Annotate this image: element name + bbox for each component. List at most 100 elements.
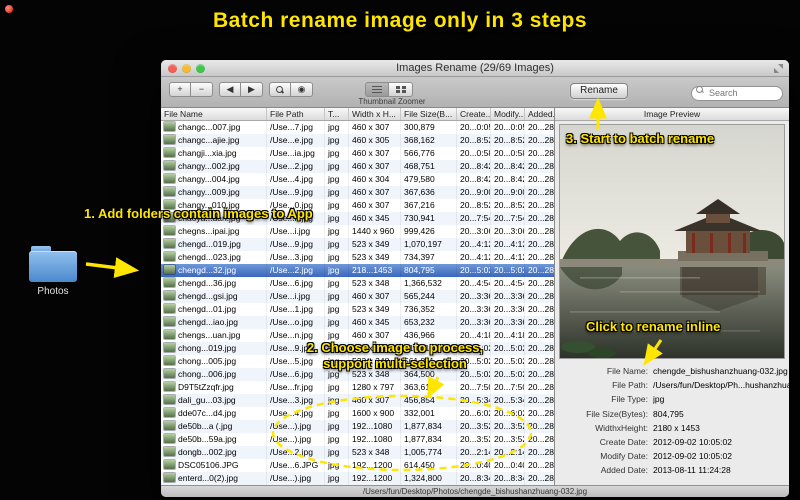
file-thumbnail-icon [164,434,175,443]
window-content: File Name File Path T... Width x H... File S… [161,108,789,485]
detail-row: WidthxHeight: 2180 x 1453 [555,421,789,435]
table-row[interactable]: changc...ajie.jpg/Use...e.jpg jpg 460 x 30… [161,134,554,147]
add-folder-button[interactable]: + [169,82,191,97]
rename-button[interactable]: Rename [570,83,628,99]
table-row[interactable]: changji...xia.jpg/Use...ia.jpg jpg 460 x 3… [161,147,554,160]
file-thumbnail-icon [164,239,175,248]
table-row[interactable]: chengd...gsi.jpg/Use...i.jpg jpg 460 x 307… [161,290,554,303]
detail-label: File Size(Bytes): [586,408,648,419]
table-row[interactable]: chaoya...uan.jpg/Use...n.jpg jpg 460 x 345… [161,212,554,225]
table-row[interactable]: de50b...59a.jpg/Use...).jpg jpg 192...1080… [161,433,554,446]
table-row[interactable]: chengd...iao.jpg/Use...o.jpg jpg 460 x 345… [161,316,554,329]
forward-button[interactable]: ▶ [241,82,263,97]
search-field[interactable] [691,83,783,101]
detail-row: Create Date: 2012-09-02 10:05:02 [555,435,789,449]
file-thumbnail-icon [164,265,175,274]
file-table-header: File Name File Path T... Width x H... File S… [161,108,554,121]
window-title: Images Rename (29/69 Images) [396,62,554,74]
remove-button[interactable]: − [191,82,213,97]
back-button[interactable]: ◀ [219,82,241,97]
detail-row: File Size(Bytes): 804,795 [555,407,789,421]
column-header[interactable]: T... [325,108,349,120]
column-header[interactable]: Create... [457,108,491,120]
folder-label: Photos [37,286,69,297]
table-row[interactable]: chengd...32.jpg/Use...2.jpg jpg 218...1453… [161,264,554,277]
table-row[interactable]: chengd...36.jpg/Use...6.jpg jpg 523 x 348 1… [161,277,554,290]
detail-label: File Path: [612,380,648,391]
file-thumbnail-icon [164,356,175,365]
table-row[interactable]: dongb...002.jpg/Use...2.jpg jpg 523 x 348 1… [161,446,554,459]
table-row[interactable]: DSC05106.JPG/Use...6.JPG jpg 192...1200 614… [161,459,554,472]
table-row[interactable]: enterd...0(2).jpg/Use...).jpg jpg 192...12… [161,472,554,485]
preview-image [560,125,784,358]
table-row[interactable]: changy...004.jpg/Use...4.jpg jpg 460 x 304… [161,173,554,186]
detail-value[interactable]: jpg [653,394,664,404]
magnifier-button[interactable] [269,82,291,97]
table-row[interactable]: changy...002.jpg/Use...2.jpg jpg 460 x 307… [161,160,554,173]
search-input[interactable] [691,85,783,101]
table-row[interactable]: chong...019.jpg/Use...9.jpg jpg 460 x 307 5… [161,342,554,355]
arrow-folder-to-app [85,257,140,279]
window-titlebar[interactable]: Images Rename (29/69 Images) [161,60,789,77]
table-row[interactable]: chengd...019.jpg/Use...9.jpg jpg 523 x 349… [161,238,554,251]
table-row[interactable]: changy...009.jpg/Use...9.jpg jpg 460 x 307… [161,186,554,199]
detail-value[interactable]: 804,795 [653,409,684,419]
detail-value[interactable]: 2180 x 1453 [653,423,700,433]
photos-folder[interactable]: Photos [22,246,84,297]
detail-row: File Path: /Users/fun/Desktop/Ph...hushan… [555,378,789,392]
file-thumbnail-icon [164,382,175,391]
app-window: Images Rename (29/69 Images) + − ◀ ▶ ◉ T… [161,60,789,497]
detail-value[interactable]: 2013-08-11 11:24:28 [653,465,731,475]
file-thumbnail-icon [164,161,175,170]
zoom-button[interactable] [196,64,205,73]
table-row[interactable]: chegns...ipai.jpg/Use...i.jpg jpg 1440 x 9… [161,225,554,238]
detail-value[interactable]: /Users/fun/Desktop/Ph...hushanzhuang-032… [653,380,789,390]
fullscreen-icon[interactable] [774,64,783,73]
column-header[interactable]: Width x H... [349,108,401,120]
column-header[interactable]: File Name [161,108,267,120]
preview-panel: Image Preview File Name: chengde_bishush… [555,108,789,485]
file-thumbnail-icon [164,304,175,313]
table-row[interactable]: chong...006.jpg/Use...6.jpg jpg 523 x 348 3… [161,368,554,381]
preview-toggle-button[interactable]: ◉ [291,82,313,97]
detail-row: Added Date: 2013-08-11 11:24:28 [555,463,789,477]
detail-value[interactable]: 2012-09-02 10:05:02 [653,451,732,461]
minimize-button[interactable] [182,64,191,73]
status-bar: /Users/fun/Desktop/Photos/chengde_bishus… [161,485,789,497]
list-view-button[interactable] [365,82,389,97]
table-row[interactable]: chengd...023.jpg/Use...3.jpg jpg 523 x 349… [161,251,554,264]
file-table: File Name File Path T... Width x H... File S… [161,108,555,485]
file-thumbnail-icon [164,213,175,222]
column-header[interactable]: File Size(B... [401,108,457,120]
table-row[interactable]: D9T5tZzqfr.jpg/Use...fr.jpg jpg 1280 x 797… [161,381,554,394]
search-icon [696,86,704,94]
column-header[interactable]: Modify... [491,108,525,120]
table-row[interactable]: changy...010.jpg/Use...0.jpg jpg 460 x 307… [161,199,554,212]
detail-label: WidthxHeight: [595,422,648,433]
folder-icon[interactable] [29,246,77,282]
preview-details: File Name: chengde_bishushanzhuang-032.jp… [555,361,789,485]
file-thumbnail-icon [164,252,175,261]
magnifier-icon [276,85,284,94]
file-thumbnail-icon [164,174,175,183]
detail-label: Modify Date: [600,451,648,462]
column-header[interactable]: Added... [525,108,554,120]
file-thumbnail-icon [164,291,175,300]
table-row[interactable]: chengs...uan.jpg/Use...n.jpg jpg 460 x 307… [161,329,554,342]
detail-row: File Type: jpg [555,392,789,406]
column-header[interactable]: File Path [267,108,325,120]
file-thumbnail-icon [164,122,175,131]
table-row[interactable]: chong...005.jpg/Use...5.jpg jpg 523 x 348 5… [161,355,554,368]
table-row[interactable]: chengd...01.jpg/Use...1.jpg jpg 523 x 349 7… [161,303,554,316]
file-thumbnail-icon [164,395,175,404]
detail-value[interactable]: chengde_bishushanzhuang-032.jpg [653,366,788,376]
table-row[interactable]: dde07c...d4.jpg/Use...4.jpg jpg 1600 x 900… [161,407,554,420]
file-thumbnail-icon [164,460,175,469]
file-thumbnail-icon [164,278,175,287]
detail-value[interactable]: 2012-09-02 10:05:02 [653,437,732,447]
close-button[interactable] [168,64,177,73]
table-row[interactable]: de50b...a (.jpg/Use...).jpg jpg 192...1080… [161,420,554,433]
table-row[interactable]: dali_gu...03.jpg/Use...3.jpg jpg 460 x 307… [161,394,554,407]
table-row[interactable]: changc...007.jpg/Use...7.jpg jpg 460 x 307… [161,121,554,134]
grid-view-button[interactable] [389,82,413,97]
